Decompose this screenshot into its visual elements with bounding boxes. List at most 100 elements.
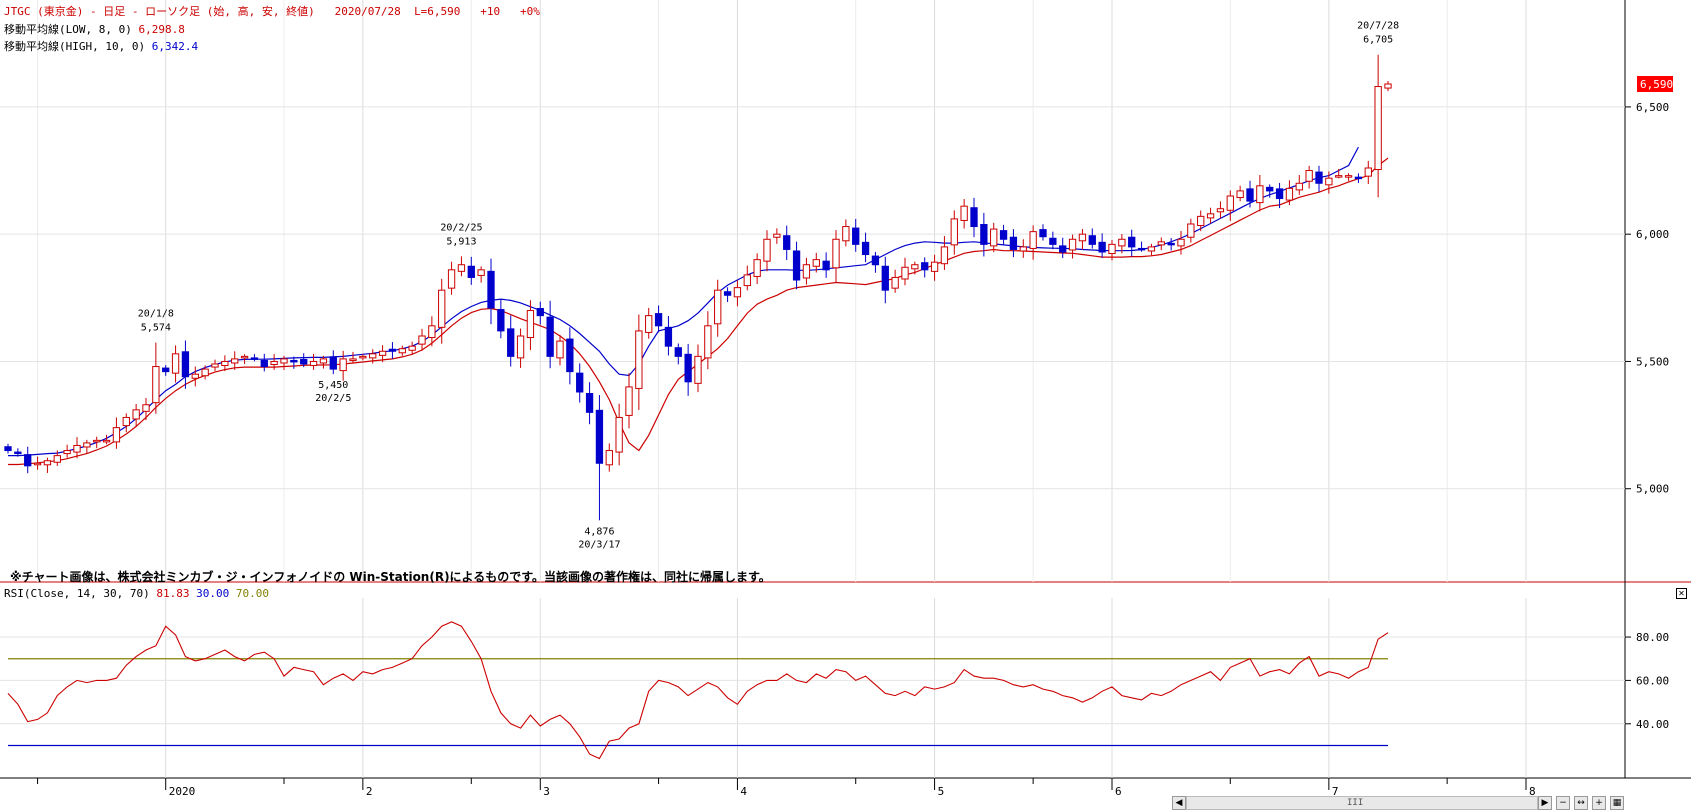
- candle-up: [645, 315, 653, 333]
- candle-up: [1078, 233, 1087, 242]
- candle-up: [1236, 190, 1244, 199]
- candle-up: [231, 358, 239, 364]
- candle-up: [556, 340, 564, 359]
- candle-up: [753, 259, 761, 277]
- candle-up: [1364, 167, 1372, 177]
- candle-down: [290, 359, 298, 363]
- scroll-left-button[interactable]: ◀: [1172, 796, 1186, 810]
- candle-down: [546, 316, 554, 357]
- candle-up: [359, 355, 367, 359]
- candle-up: [960, 205, 968, 221]
- y-tick-label: 5,000: [1636, 483, 1669, 496]
- candle-down: [822, 260, 830, 271]
- candle-up: [378, 350, 387, 356]
- candle-up: [73, 444, 81, 453]
- candle-up: [83, 442, 91, 448]
- candle-up: [911, 264, 919, 270]
- candle-down: [1059, 245, 1067, 253]
- rsi-label: RSI(Close, 14, 30, 70): [4, 587, 150, 600]
- settings-button[interactable]: ▦: [1610, 796, 1624, 810]
- ma-high-legend: 移動平均線(HIGH, 10, 0) 6,342.4: [4, 38, 198, 54]
- candle-down: [1275, 188, 1284, 200]
- candle-up: [763, 238, 771, 262]
- candle-down: [162, 367, 170, 373]
- fit-button[interactable]: ↔: [1574, 796, 1588, 810]
- annotation-value: 4,876: [584, 526, 614, 537]
- candle-up: [270, 360, 278, 366]
- candle-up: [132, 409, 140, 420]
- candle-up: [1256, 185, 1264, 204]
- candle-down: [576, 372, 584, 393]
- candle-down: [980, 224, 988, 245]
- candle-up: [211, 363, 219, 368]
- candle-down: [881, 265, 889, 291]
- candle-down: [585, 393, 594, 413]
- candle-up: [93, 439, 101, 443]
- candle-up: [221, 360, 229, 367]
- candle-down: [250, 357, 259, 360]
- candle-up: [812, 259, 820, 267]
- close-panel-icon[interactable]: ✕: [1676, 588, 1687, 599]
- candle-up: [280, 358, 288, 364]
- candle-down: [871, 255, 880, 266]
- rsi-line: [7, 621, 1389, 760]
- rsi-panel: 40.00 60.00 80.00: [0, 621, 1669, 760]
- candle-down: [24, 454, 32, 467]
- candle-down: [1137, 247, 1146, 251]
- candle-up: [438, 289, 446, 328]
- annotation-date: 20/2/25: [440, 222, 482, 233]
- candle-down: [1354, 176, 1363, 180]
- candle-up: [112, 427, 121, 443]
- candle-up: [704, 325, 712, 359]
- candle-up: [743, 274, 751, 287]
- candle-up: [635, 330, 643, 389]
- candle-up: [122, 416, 130, 427]
- annotation-date: 20/7/28: [1357, 21, 1399, 32]
- candle-up: [33, 462, 42, 466]
- candle-down: [14, 451, 22, 455]
- candle-down: [852, 227, 860, 245]
- candle-down: [970, 207, 978, 228]
- candle-down: [723, 291, 732, 296]
- zoom-out-button[interactable]: −: [1556, 796, 1570, 810]
- candle-up: [201, 368, 209, 377]
- x-tick-label: 3: [543, 785, 550, 798]
- annotation-value: 5,574: [141, 323, 171, 334]
- x-tick-label: 5: [938, 785, 945, 798]
- candle-down: [1039, 229, 1047, 238]
- candle-up: [398, 348, 406, 354]
- candle-up: [1197, 215, 1205, 227]
- candle-up: [369, 353, 377, 359]
- candle-up: [1325, 177, 1333, 186]
- annotation-date: 20/3/17: [578, 539, 620, 550]
- candle-up: [457, 264, 466, 272]
- candle-up: [1344, 175, 1353, 178]
- candle-down: [1009, 236, 1018, 250]
- zoom-in-button[interactable]: +: [1592, 796, 1606, 810]
- chart-title: JTGC (東京金) - 日足 - ローソク足 (始, 高, 安, 終値) 20…: [4, 3, 540, 19]
- candle-up: [1335, 175, 1343, 178]
- x-tick-label: 4: [740, 785, 747, 798]
- candle-up: [1147, 246, 1156, 252]
- rsi-y-tick-label: 60.00: [1636, 674, 1669, 687]
- candle-up: [1206, 213, 1215, 219]
- candle-up: [53, 455, 61, 463]
- ma-low-label: 移動平均線(LOW, 8, 0): [4, 23, 132, 36]
- x-tick-label: 6: [1115, 785, 1122, 798]
- ma-high-line: [8, 146, 1359, 457]
- candle-up: [605, 450, 613, 466]
- candle-down: [260, 359, 268, 368]
- candle-down: [181, 351, 190, 378]
- candle-up: [349, 358, 357, 361]
- candle-up: [1285, 187, 1294, 201]
- horizontal-scrollbar[interactable]: III: [1186, 796, 1538, 810]
- ma-low-line: [8, 157, 1389, 466]
- candle-down: [664, 326, 673, 347]
- candle-up: [152, 366, 160, 404]
- candle-up: [447, 269, 456, 289]
- candle-up: [773, 233, 781, 238]
- scroll-right-button[interactable]: ▶: [1538, 796, 1552, 810]
- candle-up: [142, 404, 150, 412]
- candle-up: [990, 228, 998, 247]
- y-tick-label: 5,500: [1636, 355, 1669, 368]
